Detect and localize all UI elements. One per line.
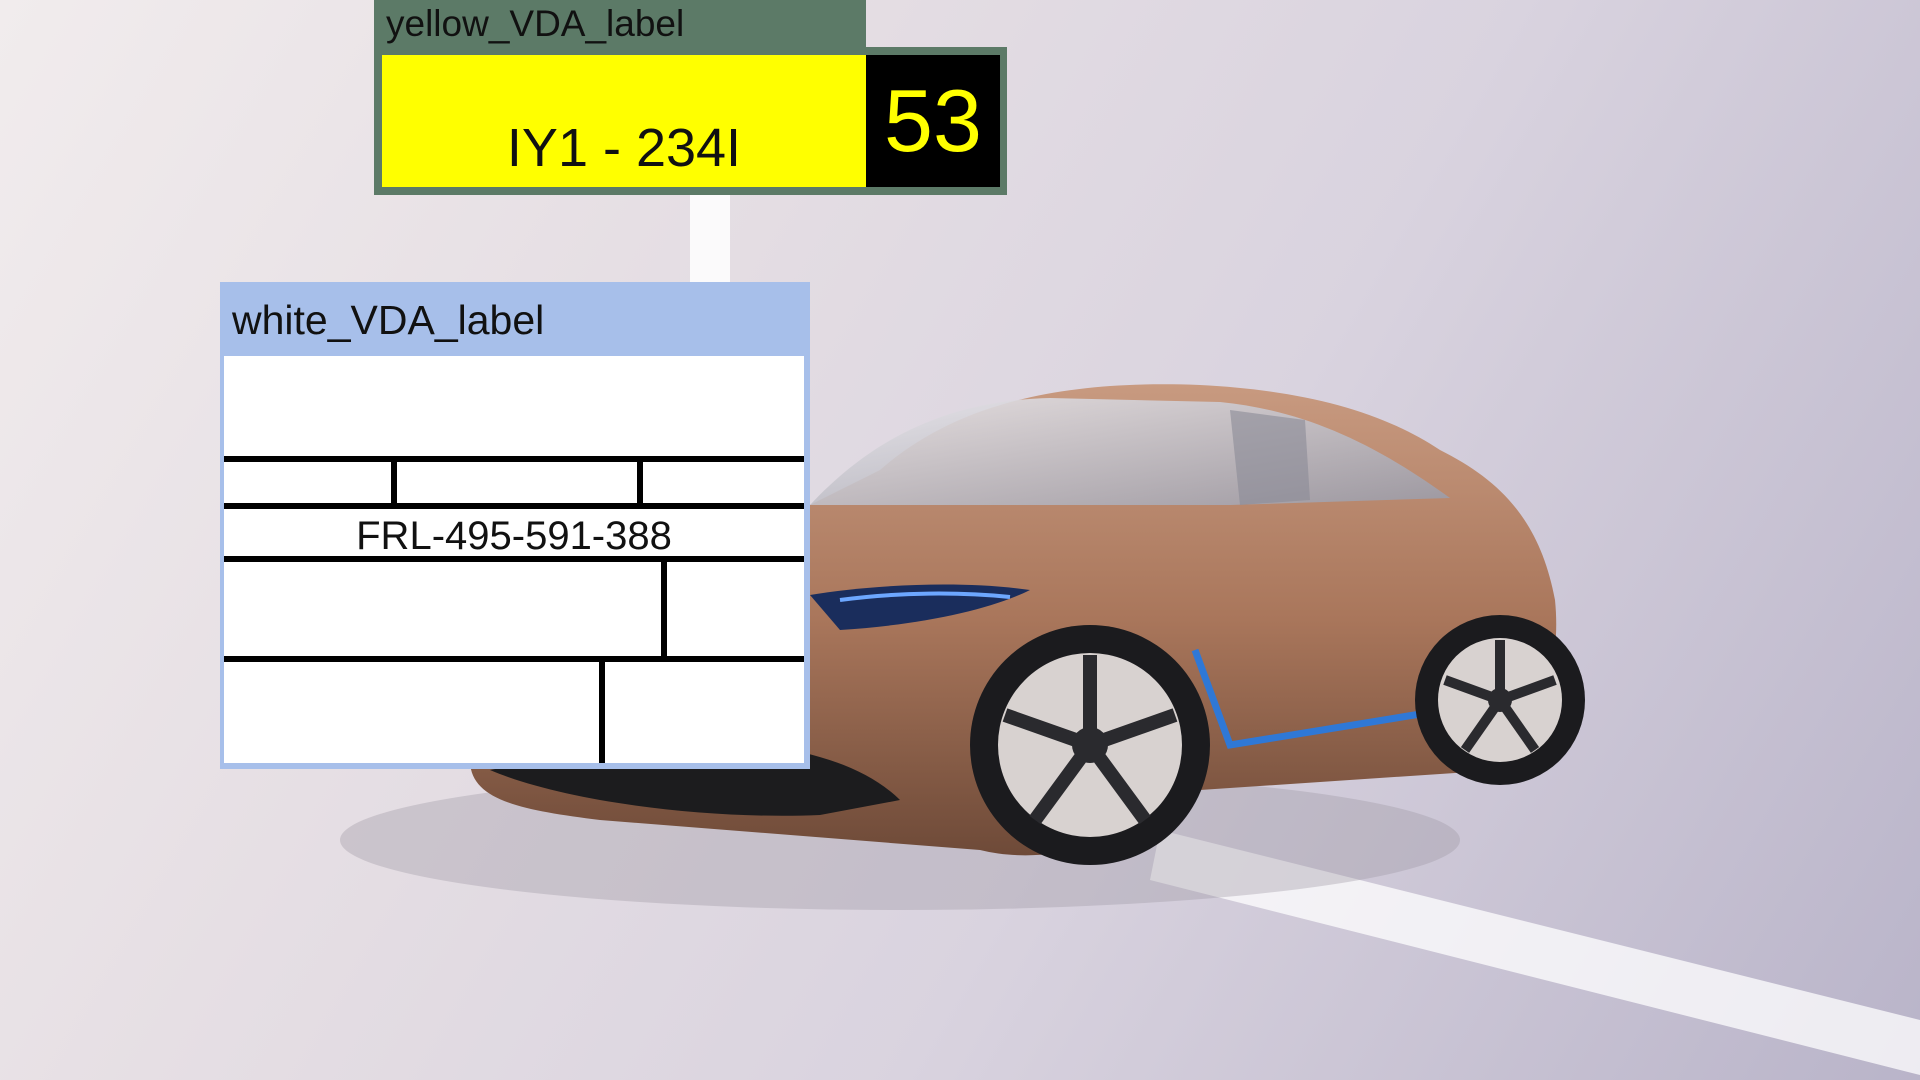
grid-line [224,656,804,662]
grid-line [637,456,643,506]
grid-line [224,556,804,562]
white-label-body: FRL-495-591-388 [220,352,810,769]
white-label-code: FRL-495-591-388 [356,514,672,558]
yellow-label-body: IY1 - 234I 53 [374,47,1007,195]
yellow-label-title: yellow_VDA_label [374,0,866,48]
white-vda-label[interactable]: white_VDA_label FRL-495-591-388 [220,282,810,769]
yellow-label-code: IY1 - 234I [382,55,866,187]
white-label-title: white_VDA_label [220,282,810,354]
white-label-grid: FRL-495-591-388 [224,356,804,763]
grid-line [224,503,804,509]
grid-line [224,456,804,462]
grid-line [391,456,397,506]
grid-line [599,656,605,763]
yellow-vda-label[interactable]: yellow_VDA_label IY1 - 234I 53 [374,0,1007,195]
grid-line [661,556,667,658]
yellow-label-number: 53 [866,55,1000,187]
